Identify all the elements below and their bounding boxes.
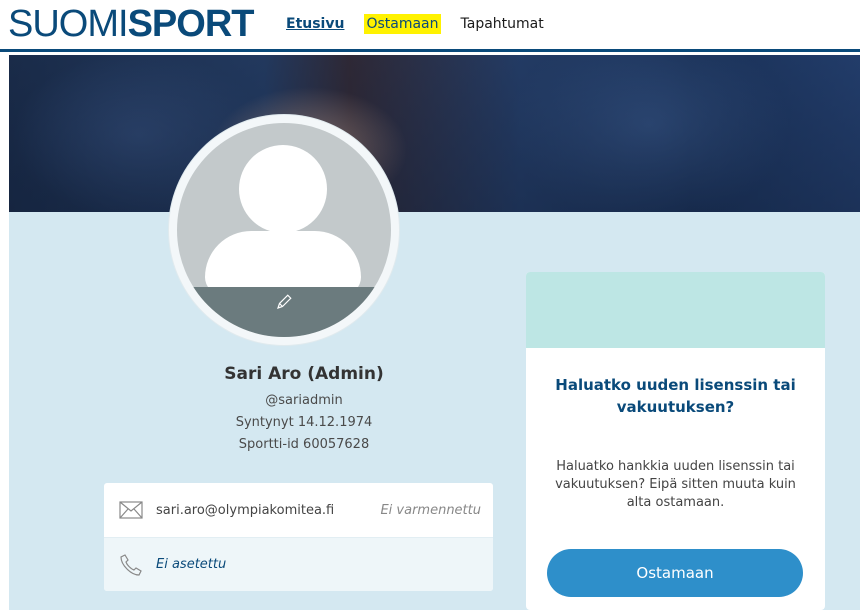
avatar-head: [239, 145, 327, 233]
suomisport-logo[interactable]: SUOMISPORT: [8, 4, 254, 44]
edit-pencil-icon: [277, 294, 292, 309]
offer-card-header: [526, 272, 825, 348]
nav-events-link[interactable]: Tapahtumat: [459, 14, 546, 34]
profile-birthdate: Syntynyt 14.12.1974: [235, 415, 373, 430]
profile-sportti-id: Sportti-id 60057628: [238, 437, 370, 452]
nav-buy-link[interactable]: Ostamaan: [364, 14, 441, 34]
phone-value: Ei asetettu: [156, 557, 227, 572]
main-nav: Etusivu Ostamaan Tapahtumat: [284, 14, 546, 34]
offer-description: Haluatko hankkia uuden lisenssin tai vak…: [555, 459, 796, 510]
phone-row[interactable]: Ei asetettu: [104, 537, 493, 591]
nav-home-link[interactable]: Etusivu: [284, 14, 346, 34]
phone-icon: [118, 552, 144, 578]
mail-icon: [118, 497, 144, 523]
hero-banner-image: [9, 55, 860, 212]
license-offer-card: Haluatko uuden lisenssin tai vakuutuksen…: [526, 272, 825, 610]
offer-title: Haluatko uuden lisenssin tai vakuutuksen…: [555, 376, 796, 416]
avatar-body: [205, 231, 361, 295]
profile-username: @sariadmin: [265, 393, 343, 408]
email-value: sari.aro@olympiakomitea.fi: [156, 502, 335, 518]
edit-avatar-button[interactable]: [177, 287, 391, 337]
email-status: Ei varmennettu: [380, 502, 481, 518]
profile-name: Sari Aro (Admin): [224, 364, 384, 384]
buy-button[interactable]: Ostamaan: [547, 549, 803, 597]
profile-info: Sari Aro (Admin) @sariadmin Syntynyt 14.…: [184, 364, 424, 456]
profile-avatar: [169, 115, 429, 345]
site-header: SUOMISPORT Etusivu Ostamaan Tapahtumat: [0, 0, 860, 52]
avatar-image: [177, 123, 391, 337]
email-row[interactable]: sari.aro@olympiakomitea.fi Ei varmennett…: [104, 483, 493, 537]
contact-card: sari.aro@olympiakomitea.fi Ei varmennett…: [104, 483, 493, 591]
